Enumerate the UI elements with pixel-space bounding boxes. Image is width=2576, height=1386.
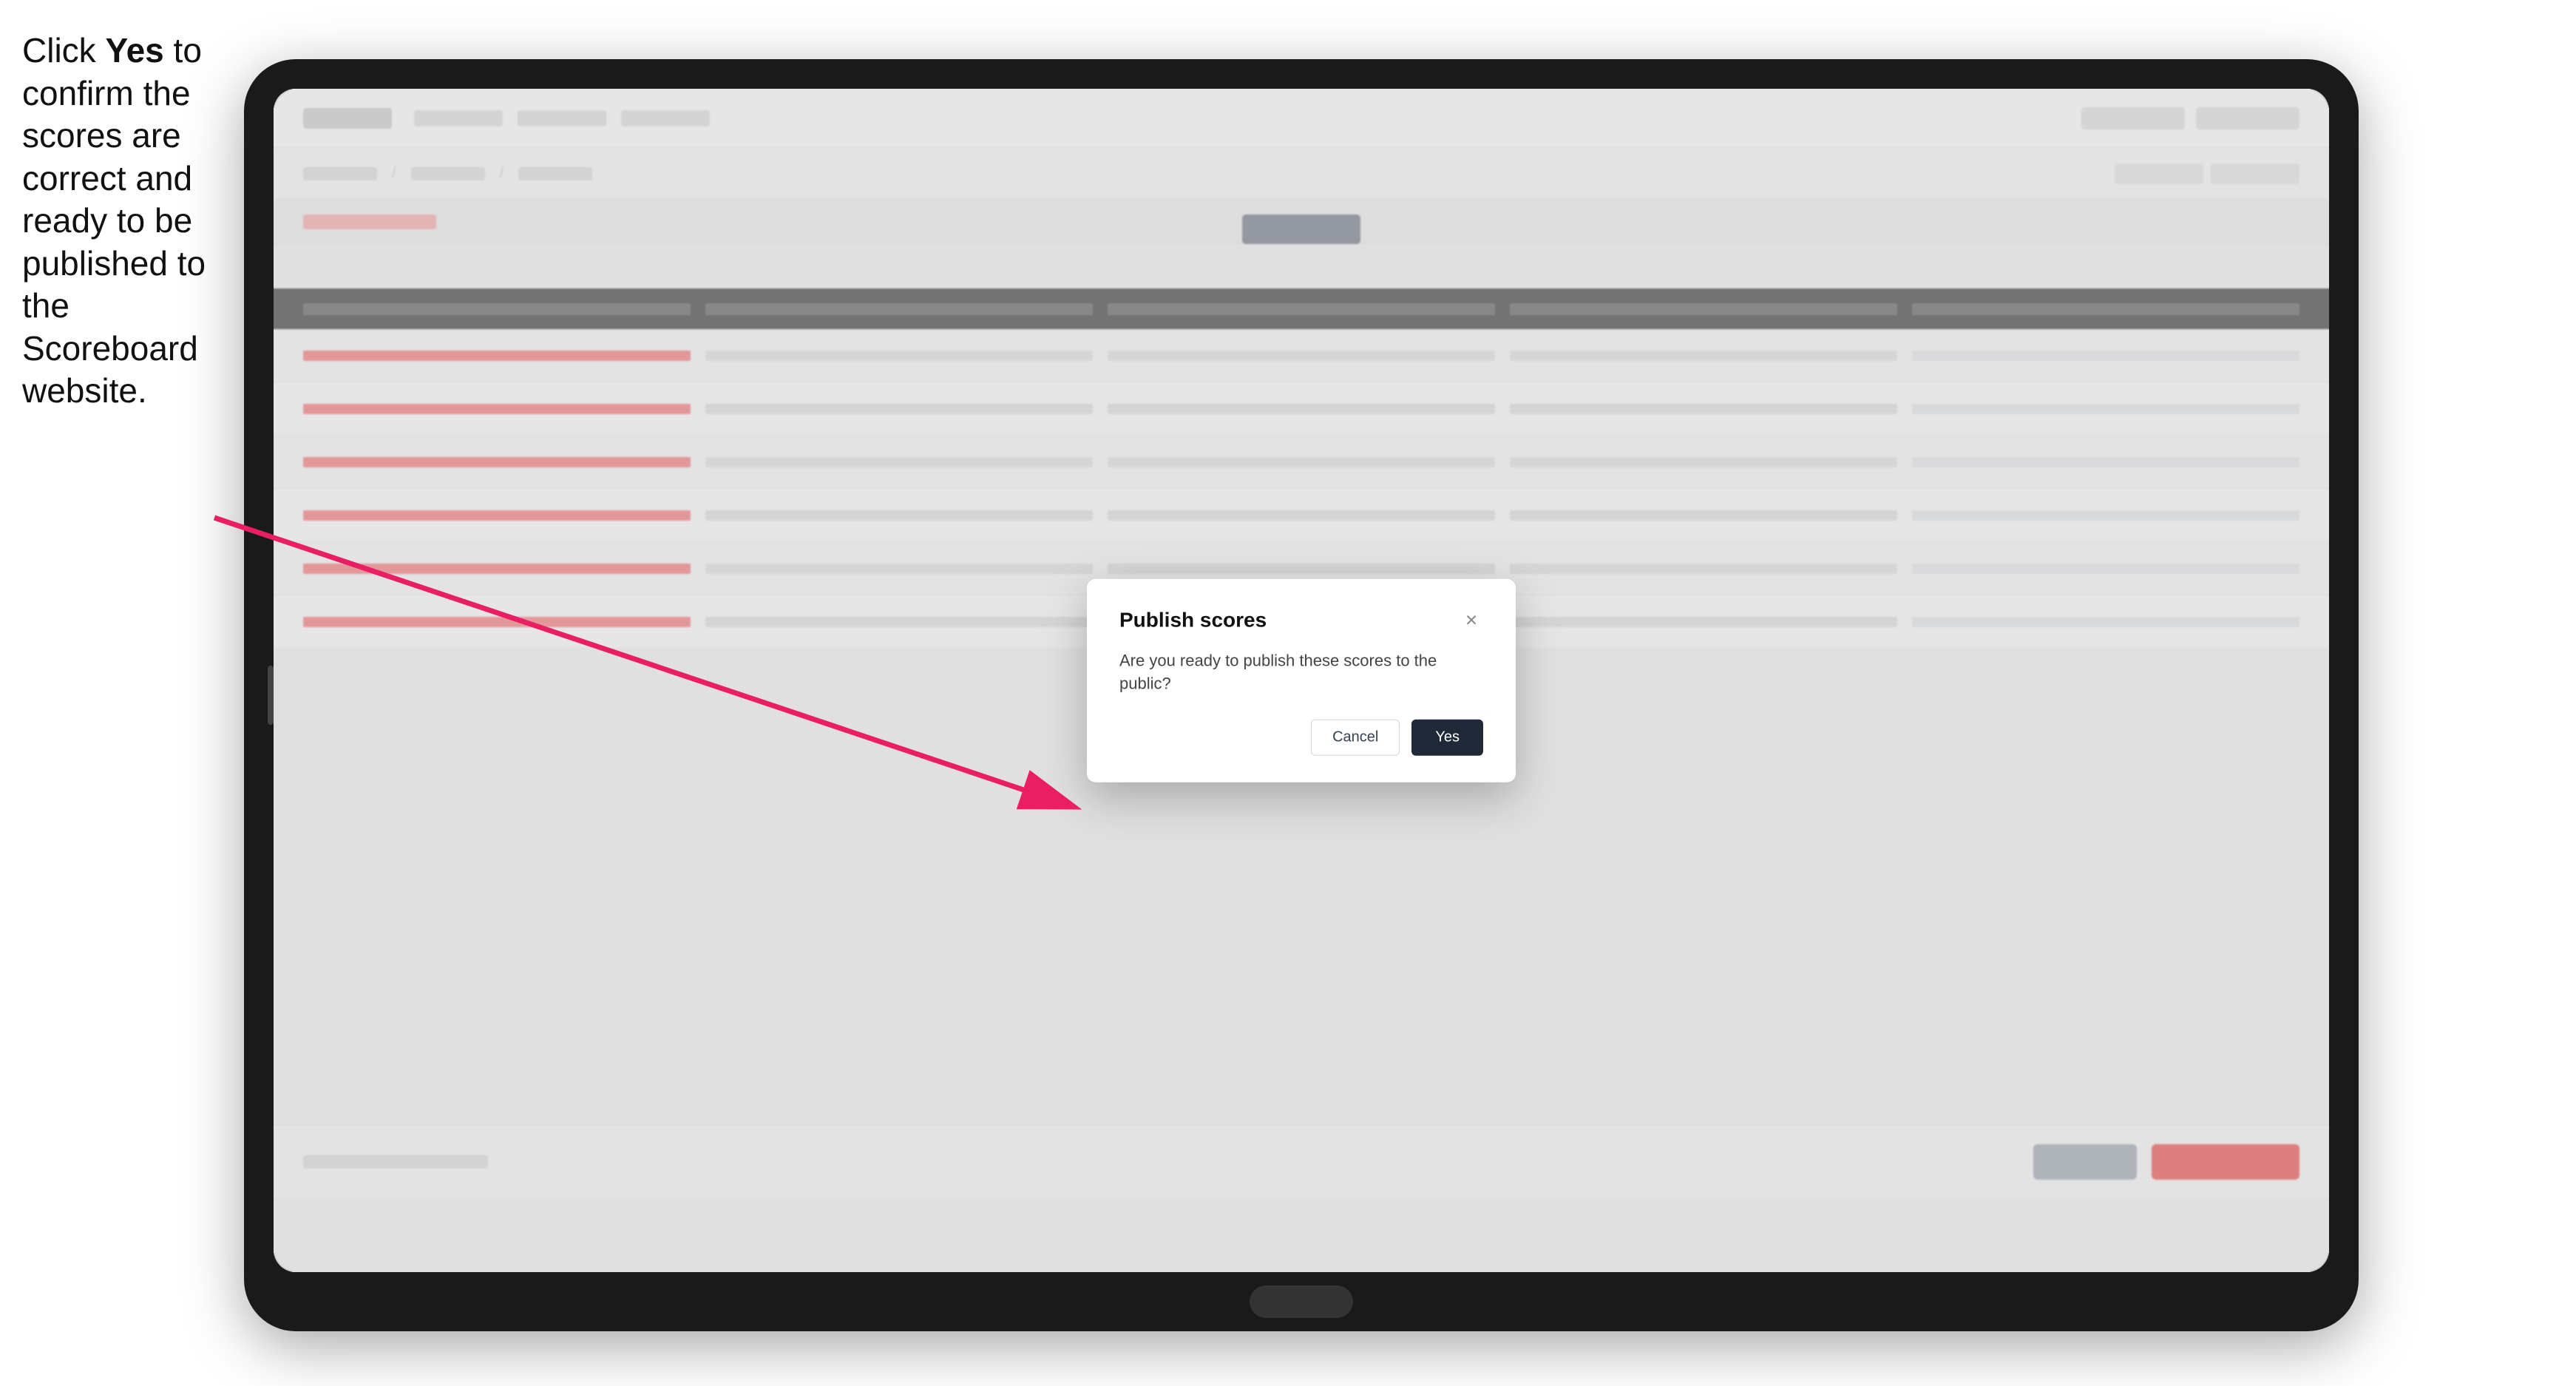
instruction-bold: Yes (105, 31, 163, 70)
tablet-home-bar (1250, 1285, 1353, 1318)
modal-header: Publish scores × (1119, 609, 1483, 632)
modal-cancel-button[interactable]: Cancel (1311, 719, 1400, 755)
modal-body-text: Are you ready to publish these scores to… (1119, 650, 1483, 696)
tablet-screen: / / (274, 89, 2329, 1272)
instruction-suffix: to confirm the scores are correct and re… (22, 31, 206, 410)
instruction-text: Click Yes to confirm the scores are corr… (22, 30, 237, 413)
instruction-prefix: Click (22, 31, 105, 70)
modal-footer: Cancel Yes (1119, 719, 1483, 755)
tablet-device: / / (244, 59, 2359, 1331)
app-screen: / / (274, 89, 2329, 1272)
modal-title: Publish scores (1119, 609, 1267, 632)
modal-yes-button[interactable]: Yes (1411, 719, 1483, 755)
tablet-side-button (268, 666, 274, 725)
publish-scores-modal: Publish scores × Are you ready to publis… (1087, 579, 1516, 782)
modal-close-button[interactable]: × (1460, 609, 1483, 632)
